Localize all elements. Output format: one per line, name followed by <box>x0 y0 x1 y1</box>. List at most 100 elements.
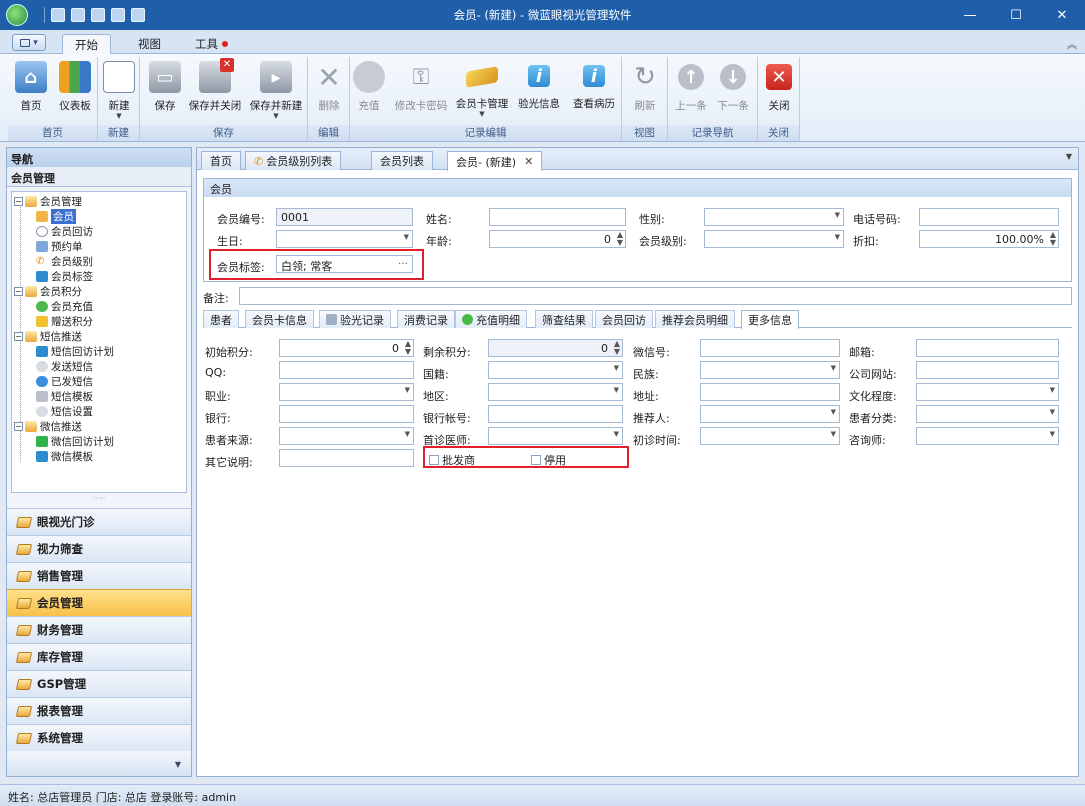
home-button[interactable]: ⌂ 首页 <box>8 59 54 123</box>
subtab-more-info[interactable]: 更多信息 <box>741 310 799 329</box>
tree-node-member-level[interactable]: ✆ 会员级别 <box>36 254 93 268</box>
module-vision-screening[interactable]: 视力筛查 <box>7 535 191 562</box>
minimize-button[interactable]: — <box>947 0 993 30</box>
qq-field[interactable] <box>279 361 414 379</box>
view-medical-history-button[interactable]: i 查看病历 <box>568 59 620 123</box>
ribbon-collapse-icon[interactable]: ︽ <box>1067 36 1077 51</box>
remain-points-stepper[interactable]: 0 ▲ ▼ <box>488 339 623 357</box>
close-tab-icon[interactable]: ✕ <box>524 155 533 168</box>
next-record-button[interactable]: ↓ 下一条 <box>710 59 756 123</box>
spin-icon[interactable]: ▲ ▼ <box>1050 231 1056 247</box>
tree-node-sms-template[interactable]: 短信模板 <box>36 389 93 403</box>
refresh-button[interactable]: ↻ 刷新 <box>622 59 668 123</box>
maximize-button[interactable]: ☐ <box>993 0 1039 30</box>
quick-save-icon[interactable] <box>51 8 65 22</box>
tree-node-wechat-push[interactable]: − 微信推送 <box>14 419 82 433</box>
tree-node-member-recharge[interactable]: 会员充值 <box>36 299 93 313</box>
save-button[interactable]: ▭ 保存 <box>142 59 188 123</box>
quick-save-close-icon[interactable] <box>71 8 85 22</box>
tree-node-member-points[interactable]: − 会员积分 <box>14 284 82 298</box>
tree-node-member-visit[interactable]: 会员回访 <box>36 224 93 238</box>
first-doctor-select[interactable]: ▼ <box>488 427 623 445</box>
tree-node-sms-visit-plan[interactable]: 短信回访计划 <box>36 344 114 358</box>
age-stepper[interactable]: 0 ▲ ▼ <box>489 230 626 248</box>
tree-node-appointment[interactable]: 预约单 <box>36 239 83 253</box>
delete-button[interactable]: ✕ 删除 <box>306 59 352 123</box>
tree-node-send-sms[interactable]: 发送短信 <box>36 359 93 373</box>
tree-node-member-mgmt[interactable]: − 会员管理 <box>14 194 82 208</box>
ethnicity-select[interactable]: ▼ <box>700 361 840 379</box>
nav-configure-icon[interactable]: ▼ <box>7 754 191 776</box>
tree-node-member[interactable]: 会员 <box>36 208 76 224</box>
member-tags-field[interactable]: 白领; 常客… <box>276 255 413 273</box>
wechat-field[interactable] <box>700 339 840 357</box>
module-optometry-clinic[interactable]: 眼视光门诊 <box>7 508 191 535</box>
close-window-button[interactable]: ✕ <box>1039 0 1085 30</box>
name-field[interactable] <box>489 208 626 226</box>
doc-tab-home[interactable]: 首页 <box>201 151 241 170</box>
member-level-select[interactable]: ▼ <box>704 230 844 248</box>
tree-node-sent-sms[interactable]: 已发短信 <box>36 374 93 388</box>
tree-node-wechat-template[interactable]: 微信模板 <box>36 449 93 463</box>
tab-start[interactable]: 开始 <box>62 34 111 54</box>
referrer-select[interactable]: ▼ <box>700 405 840 423</box>
job-select[interactable]: ▼ <box>279 383 414 401</box>
subtab-consumption[interactable]: 消费记录 <box>397 310 455 328</box>
quick-refresh-icon[interactable] <box>91 8 105 22</box>
other-field[interactable] <box>279 449 414 467</box>
subtab-patient[interactable]: 患者 <box>203 310 239 328</box>
quick-down-icon[interactable] <box>131 8 145 22</box>
member-card-management-button[interactable]: 会员卡管理 ▼ <box>454 59 510 123</box>
birthday-picker[interactable]: ▼ <box>276 230 413 248</box>
quick-up-icon[interactable] <box>111 8 125 22</box>
nationality-select[interactable]: ▼ <box>488 361 623 379</box>
bank-account-field[interactable] <box>488 405 623 423</box>
website-field[interactable] <box>916 361 1059 379</box>
save-new-button[interactable]: ▸ 保存并新建 ▼ <box>246 59 306 123</box>
doc-tab-member-level-list[interactable]: ✆ 会员级别列表 <box>245 151 342 170</box>
module-gsp[interactable]: GSP管理 <box>7 670 191 697</box>
first-visit-picker[interactable]: ▼ <box>700 427 840 445</box>
doc-tab-member-new[interactable]: 会员- (新建) ✕ <box>447 151 543 171</box>
tree-node-wechat-visit-plan[interactable]: 微信回访计划 <box>36 434 114 448</box>
address-field[interactable] <box>700 383 840 401</box>
init-points-stepper[interactable]: 0 ▲ ▼ <box>279 339 414 357</box>
splitter-grip[interactable]: ····· <box>7 495 191 504</box>
tree-node-gift-points[interactable]: 赠送积分 <box>36 314 93 328</box>
tree-node-sms-push[interactable]: − 短信推送 <box>14 329 82 343</box>
subtab-recharge-detail[interactable]: 充值明细 <box>455 310 527 328</box>
spin-icon[interactable]: ▲ ▼ <box>405 340 411 356</box>
subtab-screening[interactable]: 筛查结果 <box>535 310 593 328</box>
module-sales[interactable]: 销售管理 <box>7 562 191 589</box>
source-select[interactable]: ▼ <box>279 427 414 445</box>
gender-select[interactable]: ▼ <box>704 208 844 226</box>
module-member[interactable]: 会员管理 <box>7 589 191 616</box>
tab-view[interactable]: 视图 <box>126 34 173 54</box>
tree-node-sms-settings[interactable]: 短信设置 <box>36 404 93 418</box>
phone-field[interactable] <box>919 208 1059 226</box>
disabled-checkbox[interactable]: 停用 <box>531 452 566 468</box>
ellipsis-icon[interactable]: … <box>398 256 408 267</box>
subtab-member-visit[interactable]: 会员回访 <box>595 310 653 328</box>
member-id-field[interactable]: 0001 <box>276 208 413 226</box>
module-reports[interactable]: 报表管理 <box>7 697 191 724</box>
optometry-info-button[interactable]: i 验光信息 <box>514 59 564 123</box>
consultant-select[interactable]: ▼ <box>916 427 1059 445</box>
app-menu-button[interactable]: ▾ <box>12 34 46 51</box>
subtab-card-info[interactable]: 会员卡信息 <box>245 310 314 328</box>
discount-stepper[interactable]: 100.00% ▲ ▼ <box>919 230 1059 248</box>
subtab-referral-detail[interactable]: 推荐会员明细 <box>655 310 735 328</box>
change-card-password-button[interactable]: ⚿ 修改卡密码 <box>392 59 450 123</box>
new-button[interactable]: 新建 ▼ <box>96 59 142 123</box>
doc-tab-member-list[interactable]: 会员列表 <box>371 151 433 170</box>
module-inventory[interactable]: 库存管理 <box>7 643 191 670</box>
education-select[interactable]: ▼ <box>916 383 1059 401</box>
prev-record-button[interactable]: ↑ 上一条 <box>668 59 714 123</box>
wholesaler-checkbox[interactable]: 批发商 <box>429 452 475 468</box>
save-close-button[interactable]: ✕ 保存并关闭 <box>186 58 244 123</box>
close-button[interactable]: ✕ 关闭 <box>756 59 802 123</box>
module-finance[interactable]: 财务管理 <box>7 616 191 643</box>
recharge-button[interactable]: 充值 <box>350 59 388 123</box>
tab-tools[interactable]: 工具 <box>183 34 240 54</box>
module-system[interactable]: 系统管理 <box>7 724 191 751</box>
